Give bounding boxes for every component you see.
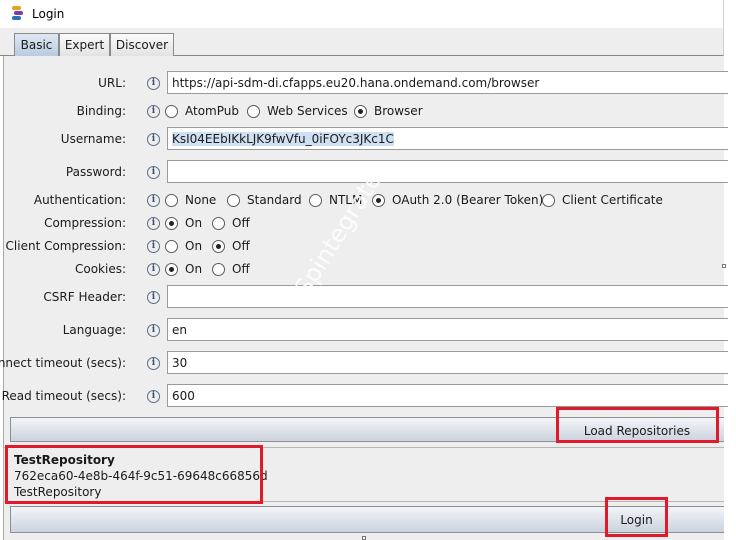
client-compression-label: Client Compression:	[5, 239, 126, 253]
csrf-header-label: CSRF Header:	[43, 290, 126, 304]
highlight-box-repository	[5, 445, 263, 504]
watermark: Spintegrate	[289, 166, 388, 301]
compression-label: Compression:	[44, 216, 126, 230]
cookies-on-radio[interactable]: On	[165, 262, 202, 276]
authentication-label: Authentication:	[33, 193, 126, 207]
radio-icon	[227, 193, 240, 207]
binding-atompub-radio[interactable]: AtomPub	[165, 104, 239, 118]
compression-info-icon[interactable]: i	[147, 217, 160, 230]
url-field[interactable]: https://api-sdm-di.cfapps.eu20.hana.onde…	[167, 71, 728, 94]
client-compression-off-radio[interactable]: Off	[212, 239, 250, 253]
binding-label: Binding:	[76, 104, 126, 118]
app-icon	[12, 6, 23, 20]
username-label: Username:	[60, 132, 126, 146]
tab-expert[interactable]: Expert	[59, 33, 110, 56]
language-info-icon[interactable]: i	[147, 324, 160, 337]
radio-selected-icon	[354, 104, 367, 118]
password-info-icon[interactable]: i	[147, 166, 160, 179]
binding-info-icon[interactable]: i	[147, 105, 160, 118]
authentication-info-icon[interactable]: i	[147, 194, 160, 207]
read-timeout-field[interactable]: 600	[167, 384, 728, 407]
auth-client-certificate-radio[interactable]: Client Certificate	[542, 193, 663, 207]
auth-oauth-radio[interactable]: OAuth 2.0 (Bearer Token)	[372, 193, 543, 207]
resize-handle-bottom[interactable]	[362, 536, 366, 540]
username-field[interactable]: KsI04EEbIKkLJK9fwVfu_0iFOYc3JKc1C	[167, 127, 728, 150]
csrf-header-field[interactable]	[167, 285, 728, 308]
auth-none-radio[interactable]: None	[165, 193, 216, 207]
tab-discover[interactable]: Discover	[110, 33, 174, 56]
resize-handle-right[interactable]	[722, 264, 726, 268]
client-compression-on-radio[interactable]: On	[165, 239, 202, 253]
read-timeout-label: Read timeout (secs):	[1, 389, 126, 403]
radio-selected-icon	[165, 262, 178, 276]
url-label: URL:	[98, 76, 126, 90]
language-field[interactable]: en	[167, 318, 728, 341]
radio-icon	[165, 193, 178, 207]
compression-on-radio[interactable]: On	[165, 216, 202, 230]
connect-timeout-label: Connect timeout (secs):	[0, 356, 126, 370]
cookies-off-radio[interactable]: Off	[212, 262, 250, 276]
highlight-box-load	[556, 407, 719, 443]
csrf-header-info-icon[interactable]: i	[147, 291, 160, 304]
client-compression-info-icon[interactable]: i	[147, 240, 160, 253]
connect-timeout-field[interactable]: 30	[167, 351, 728, 374]
radio-selected-icon	[165, 216, 178, 230]
radio-icon	[542, 193, 555, 207]
radio-icon	[309, 193, 322, 207]
title-bar: Login	[0, 0, 724, 28]
password-label: Password:	[65, 165, 126, 179]
url-info-icon[interactable]: i	[147, 77, 160, 90]
connect-timeout-info-icon[interactable]: i	[147, 357, 160, 370]
radio-icon	[212, 216, 225, 230]
tab-strip: Basic Expert Discover	[0, 28, 724, 56]
radio-icon	[165, 239, 178, 253]
tab-basic[interactable]: Basic	[14, 33, 59, 56]
radio-icon	[165, 104, 178, 118]
binding-browser-radio[interactable]: Browser	[354, 104, 423, 118]
cookies-label: Cookies:	[74, 262, 126, 276]
cookies-info-icon[interactable]: i	[147, 263, 160, 276]
binding-webservices-radio[interactable]: Web Services	[247, 104, 348, 118]
radio-selected-icon	[212, 239, 225, 253]
username-info-icon[interactable]: i	[147, 133, 160, 146]
radio-icon	[247, 104, 260, 118]
password-field[interactable]	[167, 160, 728, 183]
radio-icon	[212, 262, 225, 276]
highlight-box-login	[605, 497, 668, 537]
username-value: KsI04EEbIKkLJK9fwVfu_0iFOYc3JKc1C	[172, 132, 394, 146]
language-label: Language:	[62, 323, 126, 337]
read-timeout-info-icon[interactable]: i	[147, 390, 160, 403]
auth-standard-radio[interactable]: Standard	[227, 193, 302, 207]
compression-off-radio[interactable]: Off	[212, 216, 250, 230]
window-title: Login	[32, 7, 65, 21]
